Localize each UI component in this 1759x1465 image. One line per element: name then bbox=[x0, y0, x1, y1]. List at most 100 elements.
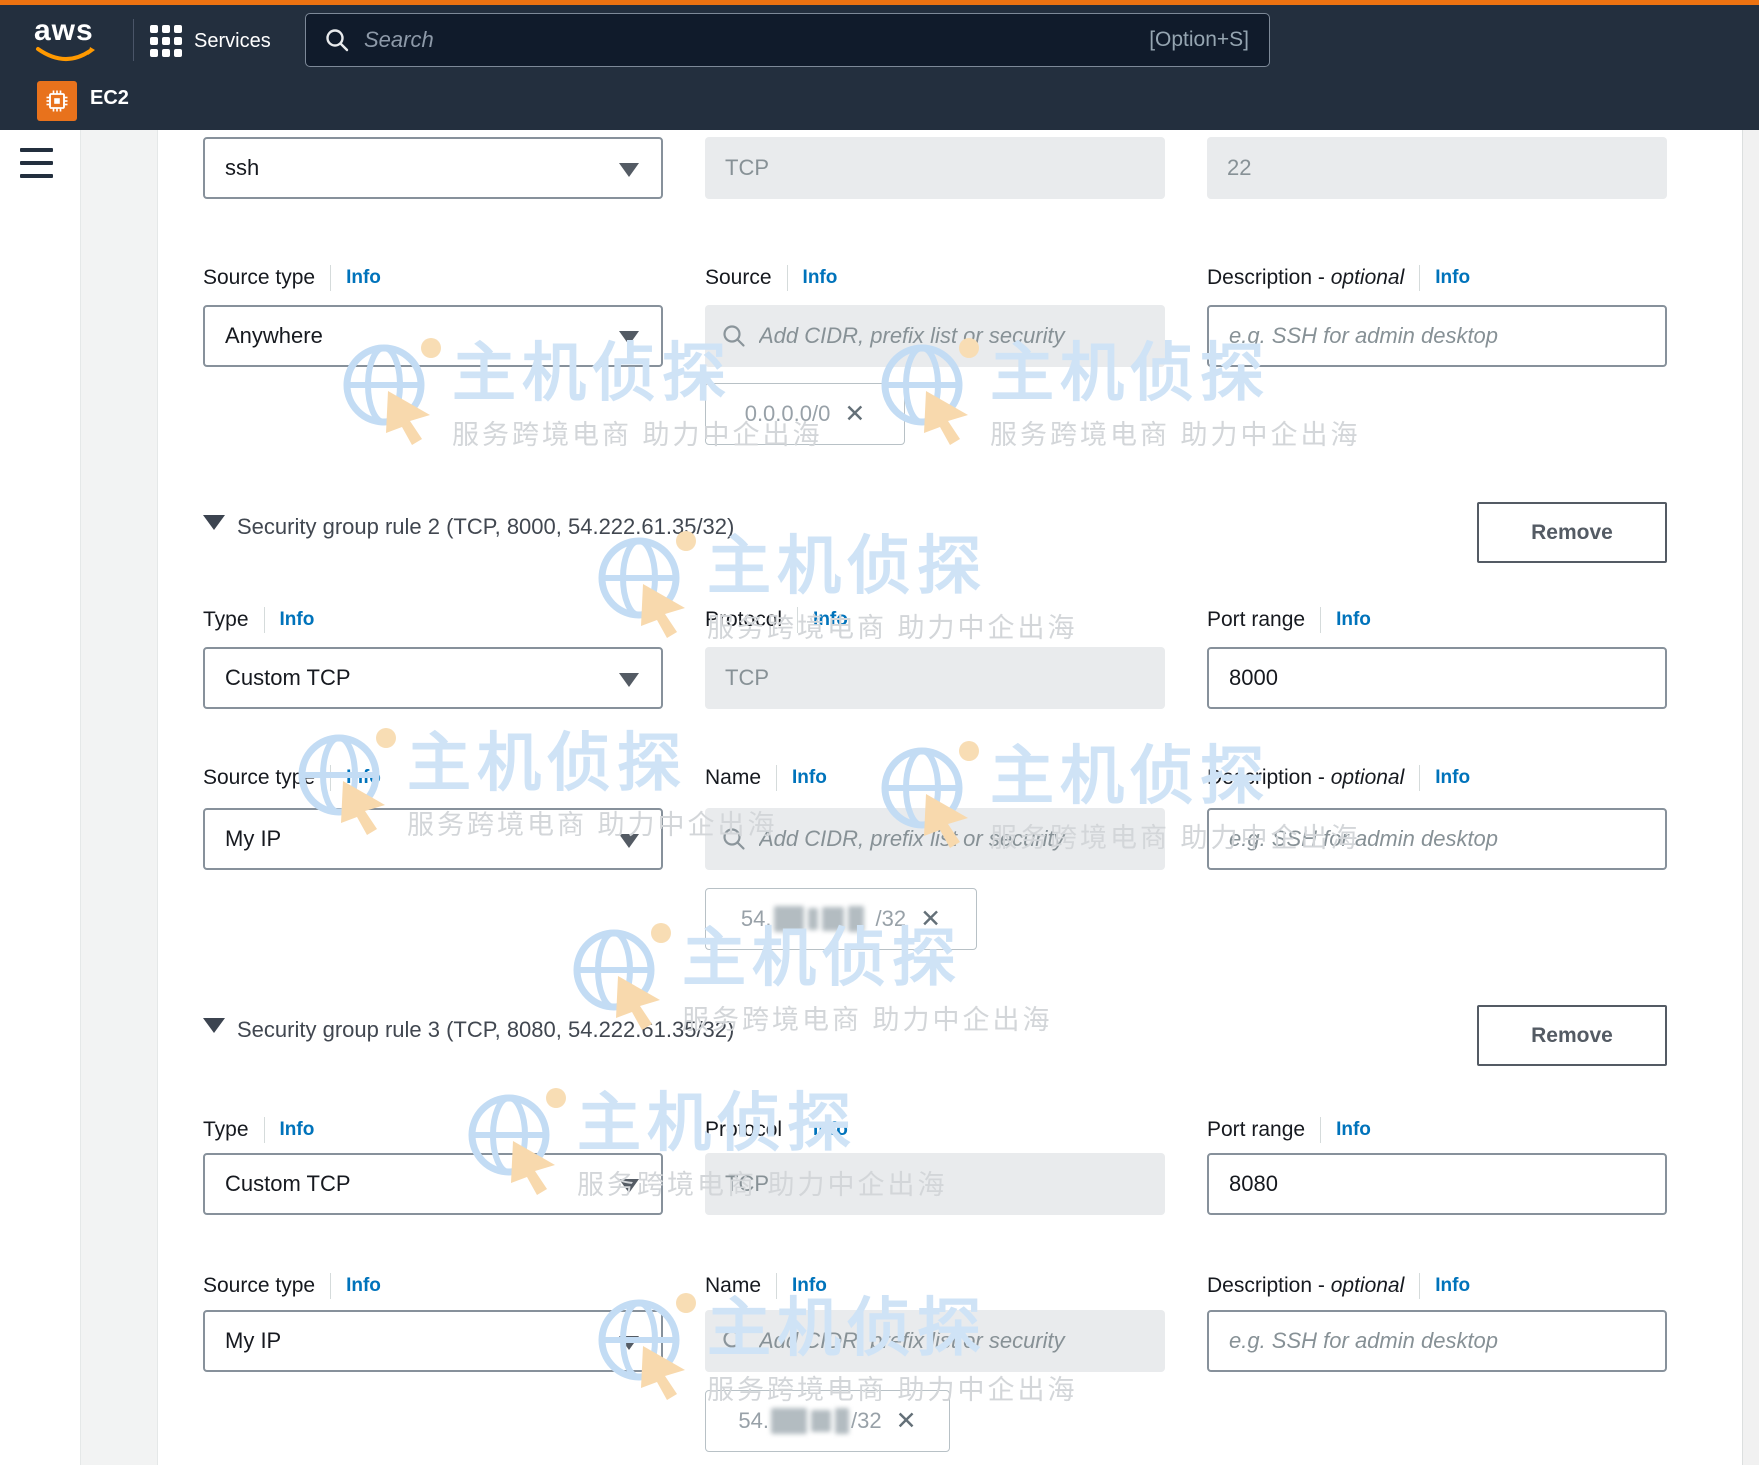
port-range-label: Port range bbox=[1207, 1118, 1305, 1142]
rule2-name-text-input[interactable] bbox=[747, 807, 1165, 871]
description-label: Description - optional bbox=[1207, 266, 1404, 290]
rule2-type-value: Custom TCP bbox=[225, 665, 351, 691]
info-link[interactable]: Info bbox=[346, 267, 381, 289]
search-icon bbox=[721, 323, 747, 349]
cidr-value: 0.0.0.0/0 bbox=[745, 401, 831, 427]
rule3-description-label-row: Description - optional Info bbox=[1207, 1271, 1470, 1301]
cidr-prefix: 54. bbox=[738, 1408, 769, 1434]
aws-logo-text: aws bbox=[34, 16, 98, 46]
redacted-ip-segment bbox=[822, 907, 844, 931]
chevron-down-icon bbox=[619, 834, 639, 848]
close-icon[interactable]: ✕ bbox=[896, 1406, 917, 1436]
rule1-type-select[interactable]: ssh bbox=[203, 137, 663, 199]
rule1-source-text-input[interactable] bbox=[747, 304, 1165, 368]
close-icon[interactable]: ✕ bbox=[844, 399, 865, 429]
collapse-triangle-icon[interactable] bbox=[203, 1018, 225, 1033]
rule2-description-input[interactable] bbox=[1207, 808, 1667, 870]
port-range-label: Port range bbox=[1207, 608, 1305, 632]
source-type-label: Source type bbox=[203, 766, 315, 790]
rule1-description-text-input[interactable] bbox=[1209, 306, 1665, 366]
aws-smile-icon bbox=[34, 46, 96, 66]
rule1-protocol-value: TCP bbox=[725, 155, 769, 181]
rule3-type-select[interactable]: Custom TCP bbox=[203, 1153, 663, 1215]
rule3-protocol-field: TCP bbox=[705, 1153, 1165, 1215]
protocol-label: Protocol bbox=[705, 1118, 782, 1142]
services-menu[interactable]: Services bbox=[194, 27, 271, 55]
rule2-heading: Security group rule 2 (TCP, 8000, 54.222… bbox=[237, 510, 734, 544]
services-grid-icon[interactable] bbox=[150, 25, 182, 57]
search-icon bbox=[324, 27, 350, 53]
rule2-name-input[interactable] bbox=[705, 808, 1165, 870]
cidr-suffix: /32 bbox=[851, 1408, 882, 1434]
rule2-source-type-select[interactable]: My IP bbox=[203, 808, 663, 870]
rule3-port-input[interactable] bbox=[1207, 1153, 1667, 1215]
chevron-down-icon bbox=[619, 1179, 639, 1193]
rule3-name-text-input[interactable] bbox=[747, 1309, 1165, 1373]
close-icon[interactable]: ✕ bbox=[920, 904, 941, 934]
info-link[interactable]: Info bbox=[813, 1119, 848, 1141]
rule3-description-input[interactable] bbox=[1207, 1310, 1667, 1372]
rule1-source-type-select[interactable]: Anywhere bbox=[203, 305, 663, 367]
redacted-ip-segment bbox=[774, 906, 804, 932]
rule2-description-text-input[interactable] bbox=[1209, 809, 1665, 869]
rule3-name-input[interactable] bbox=[705, 1310, 1165, 1372]
rule3-port-text-input[interactable] bbox=[1209, 1154, 1665, 1214]
chevron-down-icon bbox=[619, 673, 639, 687]
rule2-cidr-tag: 54. /32 ✕ bbox=[705, 888, 977, 950]
rule2-port-text-input[interactable] bbox=[1209, 648, 1665, 708]
rule2-protocol-field: TCP bbox=[705, 647, 1165, 709]
rule3-type-label-row: Type Info bbox=[203, 1115, 314, 1145]
cidr-prefix: 54. bbox=[741, 906, 772, 932]
rule2-remove-button[interactable]: Remove bbox=[1477, 502, 1667, 563]
chip-icon bbox=[43, 87, 71, 115]
redacted-ip-segment bbox=[808, 908, 818, 930]
info-link[interactable]: Info bbox=[813, 609, 848, 631]
redacted-ip-segment bbox=[848, 906, 864, 932]
aws-navbar: aws Services Search [Option+S] bbox=[0, 5, 1759, 130]
rule1-description-input[interactable] bbox=[1207, 305, 1667, 367]
info-link[interactable]: Info bbox=[346, 767, 381, 789]
description-label: Description - optional bbox=[1207, 766, 1404, 790]
vertical-scrollbar[interactable] bbox=[1742, 130, 1759, 1465]
cidr-suffix: /32 bbox=[876, 906, 907, 932]
ec2-service-icon[interactable] bbox=[37, 81, 77, 121]
rule3-source-type-select[interactable]: My IP bbox=[203, 1310, 663, 1372]
rule3-type-value: Custom TCP bbox=[225, 1171, 351, 1197]
collapse-triangle-icon[interactable] bbox=[203, 515, 225, 530]
rule2-type-select[interactable]: Custom TCP bbox=[203, 647, 663, 709]
rule2-port-input[interactable] bbox=[1207, 647, 1667, 709]
rule3-description-text-input[interactable] bbox=[1209, 1311, 1665, 1371]
info-link[interactable]: Info bbox=[1435, 767, 1470, 789]
aws-logo[interactable]: aws bbox=[34, 16, 98, 68]
info-link[interactable]: Info bbox=[792, 767, 827, 789]
rule1-cidr-tag: 0.0.0.0/0 ✕ bbox=[705, 383, 905, 445]
type-label: Type bbox=[203, 1118, 249, 1142]
rule3-port-label-row: Port range Info bbox=[1207, 1115, 1371, 1145]
info-link[interactable]: Info bbox=[280, 609, 315, 631]
breadcrumb-app-label[interactable]: EC2 bbox=[90, 87, 129, 110]
info-link[interactable]: Info bbox=[346, 1275, 381, 1297]
info-link[interactable]: Info bbox=[1435, 267, 1470, 289]
global-search-input[interactable]: Search [Option+S] bbox=[305, 13, 1270, 67]
rule1-source-type-value: Anywhere bbox=[225, 323, 323, 349]
rule2-type-label-row: Type Info bbox=[203, 605, 314, 635]
info-link[interactable]: Info bbox=[1435, 1275, 1470, 1297]
info-link[interactable]: Info bbox=[1336, 1119, 1371, 1141]
redacted-ip-segment bbox=[771, 1408, 807, 1434]
rule2-protocol-value: TCP bbox=[725, 665, 769, 691]
info-link[interactable]: Info bbox=[792, 1275, 827, 1297]
source-type-label: Source type bbox=[203, 1274, 315, 1298]
menu-hamburger-icon[interactable] bbox=[20, 148, 53, 182]
rule1-source-input[interactable] bbox=[705, 305, 1165, 367]
rule2-name-label-row: Name Info bbox=[705, 763, 827, 793]
rule3-remove-button[interactable]: Remove bbox=[1477, 1005, 1667, 1066]
info-link[interactable]: Info bbox=[803, 267, 838, 289]
chevron-down-icon bbox=[619, 331, 639, 345]
info-link[interactable]: Info bbox=[1336, 609, 1371, 631]
rule1-protocol-field: TCP bbox=[705, 137, 1165, 199]
redacted-ip-segment bbox=[835, 1408, 849, 1434]
info-link[interactable]: Info bbox=[280, 1119, 315, 1141]
search-shortcut-hint: [Option+S] bbox=[1149, 28, 1249, 52]
rule2-source-type-value: My IP bbox=[225, 826, 281, 852]
collapsed-side-nav-rail bbox=[80, 130, 158, 1465]
